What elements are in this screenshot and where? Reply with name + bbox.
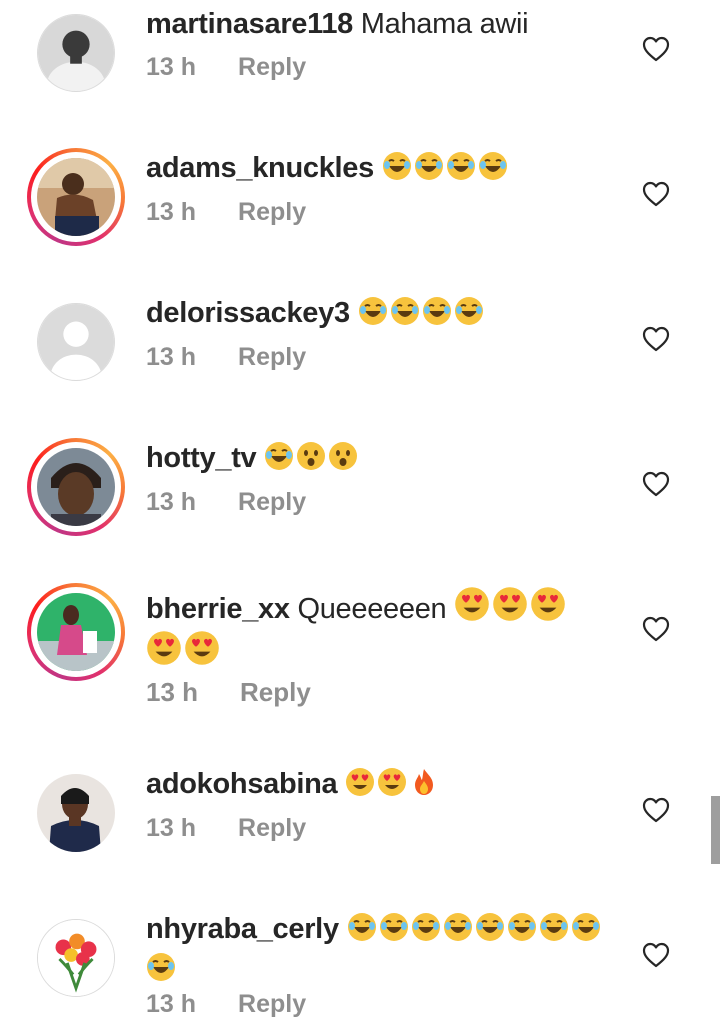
comment-username[interactable]: delorissackey3 [146,297,350,329]
reply-button[interactable]: Reply [238,814,306,843]
comment-time: 13 h [146,488,197,516]
avatar-image [37,14,115,92]
avatar[interactable] [27,148,125,246]
heart-outline-icon[interactable] [642,181,670,207]
wow-emoji-icon [296,441,326,471]
avatar[interactable] [27,438,125,536]
default-avatar-icon [37,303,115,381]
comment-username[interactable]: adams_knuckles [146,152,374,184]
comment-username[interactable]: adokohsabina [146,768,338,800]
laugh-emoji-icon [443,912,473,942]
laugh-emoji-icon [347,912,377,942]
avatar-image [37,919,115,997]
wow-emoji-icon [328,441,358,471]
avatar-image [37,448,115,526]
scrollbar-thumb[interactable] [711,796,720,864]
heart-outline-icon[interactable] [642,326,670,352]
avatar[interactable] [27,4,125,102]
heart-eyes-emoji-icon [377,767,407,797]
reply-button[interactable]: Reply [238,343,306,372]
laugh-emoji-icon [454,296,484,326]
avatar[interactable] [27,293,125,391]
heart-outline-icon[interactable] [642,471,670,497]
laugh-emoji-icon [422,296,452,326]
comment-time: 13 h [146,198,197,226]
comment-time: 13 h [146,53,197,81]
heart-eyes-emoji-icon [146,630,182,666]
reply-button[interactable]: Reply [238,53,306,82]
reply-button[interactable]: Reply [238,990,306,1019]
heart-eyes-emoji-icon [184,630,220,666]
fire-emoji-icon [409,767,439,797]
heart-outline-icon[interactable] [642,36,670,62]
laugh-emoji-icon [411,912,441,942]
laugh-emoji-icon [539,912,569,942]
laugh-emoji-icon [571,912,601,942]
heart-outline-icon[interactable] [642,942,670,968]
heart-outline-icon[interactable] [642,797,670,823]
comment-username[interactable]: bherrie_xx [146,593,290,625]
comment-text: Queeeeeen [297,593,447,625]
laugh-emoji-icon [146,952,176,982]
heart-eyes-emoji-icon [345,767,375,797]
laugh-emoji-icon [507,912,537,942]
reply-button[interactable]: Reply [240,677,311,708]
laugh-emoji-icon [414,151,444,181]
comment-time: 13 h [146,814,197,842]
avatar[interactable] [27,764,125,862]
comment-username[interactable]: nhyraba_cerly [146,913,339,945]
avatar-image [37,774,115,852]
laugh-emoji-icon [382,151,412,181]
laugh-emoji-icon [264,441,294,471]
laugh-emoji-icon [379,912,409,942]
heart-eyes-emoji-icon [454,586,490,622]
laugh-emoji-icon [358,296,388,326]
laugh-emoji-icon [390,296,420,326]
comment-username[interactable]: martinasare118 [146,8,353,40]
comment-time: 13 h [146,677,199,707]
heart-eyes-emoji-icon [530,586,566,622]
laugh-emoji-icon [446,151,476,181]
comment-time: 13 h [146,343,197,371]
reply-button[interactable]: Reply [238,488,306,517]
comment-username[interactable]: hotty_tv [146,442,257,474]
laugh-emoji-icon [475,912,505,942]
comment-text: Mahama awii [360,8,529,40]
heart-outline-icon[interactable] [642,616,670,642]
laugh-emoji-icon [478,151,508,181]
avatar-image [37,593,115,671]
avatar[interactable] [27,583,125,681]
avatar[interactable] [27,909,125,1007]
heart-eyes-emoji-icon [492,586,528,622]
comment-time: 13 h [146,990,197,1018]
reply-button[interactable]: Reply [238,198,306,227]
avatar-image [37,158,115,236]
